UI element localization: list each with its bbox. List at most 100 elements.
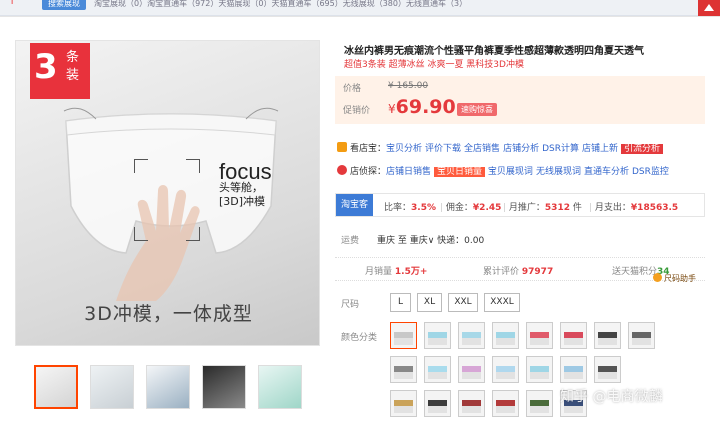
tool-link-item-analysis[interactable]: 宝贝分析 <box>386 144 422 154</box>
size-option-xxl[interactable]: XXL <box>448 293 478 312</box>
promo-price-label: 促销价 <box>343 106 371 116</box>
shipping-destination-select[interactable]: 重庆 至 重庆∨ 快递：0.00 <box>377 236 484 246</box>
tool-link-item-daily-sales[interactable]: 宝贝日销量 <box>434 167 486 177</box>
three-pack-badge: 3 条装 <box>30 43 90 99</box>
image-slogan: 3D冲模，一体成型 <box>84 303 253 325</box>
commission-stat: | 佣金：¥2.45 <box>440 200 501 213</box>
diantanzi-label: 店侦探： <box>350 167 387 177</box>
monthly-promo-unit: 件 <box>572 203 582 213</box>
tool-link-item-keywords[interactable]: 宝贝展现词 <box>488 167 533 177</box>
currency-symbol: ¥ <box>388 102 396 116</box>
shipping-label: 运费 <box>341 236 360 246</box>
kandianbao-label: 看店宝： <box>350 144 387 154</box>
size-label: 尺码 <box>341 300 360 310</box>
thumbnail-2[interactable] <box>90 365 134 409</box>
ratio-label: 比率： <box>384 203 412 213</box>
review-count[interactable]: 累计评价 97977 <box>483 264 553 277</box>
price-box: 价格 ¥ 165.00 促销价 ¥69.90 速购惊喜 <box>335 76 705 124</box>
swatch-base <box>428 338 447 345</box>
color-swatch[interactable] <box>492 322 519 349</box>
color-swatch[interactable] <box>458 390 485 417</box>
original-price-label: 价格 <box>343 84 362 94</box>
color-label: 颜色分类 <box>341 333 378 343</box>
size-helper-link[interactable]: 尺码助手 <box>653 273 696 284</box>
exposure-counts: 淘宝展现（0）淘宝直通车（972）天猫展现（0）天猫直通车（695）无线展现（3… <box>94 0 468 8</box>
size-option-xl[interactable]: XL <box>417 293 442 312</box>
scroll-top-button[interactable] <box>698 0 720 16</box>
size-option-xxxl[interactable]: XXXL <box>484 293 520 312</box>
color-swatch[interactable] <box>492 390 519 417</box>
color-swatch[interactable] <box>492 356 519 383</box>
thumbnail-4[interactable] <box>202 365 246 409</box>
tool-link-new-items[interactable]: 店铺上新 <box>582 144 618 154</box>
color-swatch[interactable] <box>628 322 655 349</box>
color-swatch[interactable] <box>594 356 621 383</box>
swatch-base <box>530 372 549 379</box>
color-swatch[interactable] <box>560 356 587 383</box>
main-product-image[interactable]: 3 条装 focus 头等舱， [3D]冲模 3D冲模，一体成型 <box>15 40 320 346</box>
color-swatch[interactable] <box>560 322 587 349</box>
color-swatch[interactable] <box>424 356 451 383</box>
monthly-promo-stat: | 月推广：5312 件 <box>503 200 582 213</box>
focus-sub-line: [3D]冲模 <box>219 195 266 208</box>
diantanzi-toolbar: 店侦探：店铺日销售 宝贝日销量 宝贝展现词 无线展现词 直通车分析 DSR监控 <box>337 164 672 177</box>
tool-link-store-daily-sales[interactable]: 店铺日销售 <box>386 167 431 177</box>
color-swatch[interactable] <box>390 390 417 417</box>
tool-link-store-sales[interactable]: 全店销售 <box>464 144 500 154</box>
swatch-base <box>530 338 549 345</box>
tool-link-dsr-monitor[interactable]: DSR监控 <box>632 167 669 177</box>
points-label: 送天猫积分 <box>612 267 658 277</box>
badge-word: 条装 <box>66 50 80 83</box>
color-swatch[interactable] <box>424 322 451 349</box>
divider <box>0 16 720 17</box>
tool-link-dsr-calc[interactable]: DSR计算 <box>542 144 579 154</box>
swatch-base <box>530 406 549 413</box>
tool-link-mobile-keywords[interactable]: 无线展现词 <box>536 167 581 177</box>
size-helper-label: 尺码助手 <box>664 274 696 283</box>
swatch-base <box>496 338 515 345</box>
promo-price: ¥69.90 <box>388 96 456 118</box>
swatch-base <box>394 372 413 379</box>
monthly-sales-value: 1.5万+ <box>394 267 428 277</box>
thumbnail-3[interactable] <box>146 365 190 409</box>
tool-link-review-download[interactable]: 评价下载 <box>425 144 461 154</box>
monthly-sales-label: 月销量 <box>365 267 393 277</box>
promo-price-value: 69.90 <box>395 96 456 118</box>
thumbnail-5[interactable] <box>258 365 302 409</box>
commission-label: 佣金： <box>445 203 473 213</box>
promo-tag: 速购惊喜 <box>457 103 497 116</box>
size-option-l[interactable]: L <box>390 293 411 312</box>
review-label: 累计评价 <box>483 267 520 277</box>
swatch-base <box>598 338 617 345</box>
swatch-base <box>428 406 447 413</box>
tool-link-store-analysis[interactable]: 店铺分析 <box>503 144 539 154</box>
monthly-sales: 月销量 1.5万+ <box>365 264 427 277</box>
original-price: ¥ 165.00 <box>388 81 429 91</box>
color-swatch[interactable] <box>526 356 553 383</box>
tool-link-traffic-analysis[interactable]: 引流分析 <box>621 144 664 154</box>
color-swatch[interactable] <box>424 390 451 417</box>
swatch-base <box>564 406 583 413</box>
color-swatch[interactable] <box>458 356 485 383</box>
tool-link-ztc-analysis[interactable]: 直通车分析 <box>584 167 629 177</box>
zhihu-watermark: 知乎 @电商微麟 <box>560 389 663 405</box>
color-swatch[interactable] <box>390 322 417 349</box>
taobaoke-stats: 淘宝客 比率：3.5% | 佣金：¥2.45 | 月推广：5312 件 | 月支… <box>335 193 705 217</box>
focus-subtext: 头等舱， [3D]冲模 <box>219 181 265 209</box>
color-swatch[interactable] <box>594 322 621 349</box>
swatch-base <box>462 372 481 379</box>
swatch-base <box>462 406 481 413</box>
diantanzi-icon <box>337 165 347 175</box>
ratio-stat: 比率：3.5% <box>384 200 436 213</box>
color-swatch[interactable] <box>458 322 485 349</box>
commission-value: ¥2.45 <box>472 203 502 213</box>
taobaoke-tab[interactable]: 淘宝客 <box>336 194 374 216</box>
thumbnail-1[interactable] <box>34 365 78 409</box>
monthly-spend-value: ¥18563.5 <box>630 203 679 213</box>
product-title: 冰丝内裤男无痕潮流个性骚平角裤夏季性感超薄款透明四角夏天透气 <box>344 46 644 57</box>
search-exposure-tab[interactable]: 搜索展现 <box>42 0 86 10</box>
monthly-promo-value: 5312 <box>544 203 570 213</box>
color-swatch[interactable] <box>390 356 417 383</box>
color-swatch[interactable] <box>526 390 553 417</box>
color-swatch[interactable] <box>526 322 553 349</box>
